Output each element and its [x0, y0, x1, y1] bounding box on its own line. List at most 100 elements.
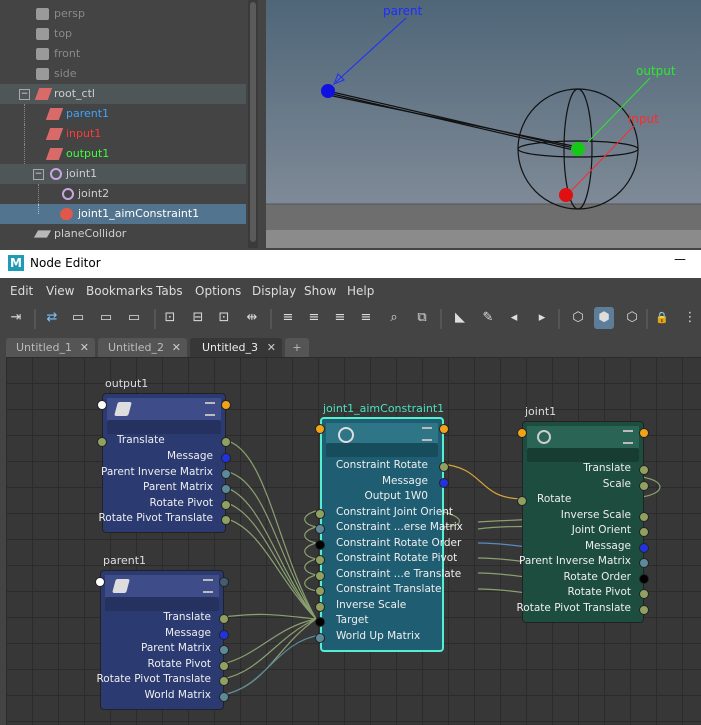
more-icon[interactable]: ⋮ — [680, 307, 700, 329]
minimize-button[interactable]: — — [674, 252, 686, 266]
menu-help[interactable]: Help — [347, 284, 374, 298]
plug-output-port[interactable] — [439, 478, 449, 488]
outliner-item-side[interactable]: side — [0, 64, 246, 84]
outliner-item-top[interactable]: top — [0, 24, 246, 44]
outliner-item-planecollidor[interactable]: planeCollidor — [0, 224, 246, 244]
input-locator[interactable] — [559, 188, 573, 202]
plug-output-port[interactable] — [221, 500, 231, 510]
plug-parent-inverse-matrix[interactable]: Parent Inverse Matrix — [519, 554, 631, 569]
plug-output-port[interactable] — [439, 462, 449, 472]
plug-constraint-rotate-order[interactable]: Constraint Rotate Order — [336, 536, 461, 551]
plug-output-port[interactable] — [221, 515, 231, 525]
plug-input-port[interactable] — [315, 617, 325, 627]
grid-icon[interactable]: ⧉ — [412, 307, 432, 329]
node-input-port[interactable] — [315, 424, 325, 434]
menu-options[interactable]: Options — [195, 284, 241, 298]
close-tab-icon[interactable]: ✕ — [172, 338, 181, 357]
collapse-toggle[interactable]: − — [19, 89, 30, 100]
node-name-field[interactable] — [105, 597, 219, 611]
plug-inverse-scale[interactable]: Inverse Scale — [561, 508, 631, 523]
previous-bookmark-icon[interactable]: ◂ — [504, 307, 524, 329]
node-output-port[interactable] — [219, 577, 229, 587]
node-output-port[interactable] — [639, 428, 649, 438]
plug-constraint-rotate-translate[interactable]: Constraint ...e Translate — [336, 567, 461, 582]
plug-message[interactable]: Message — [585, 539, 631, 554]
plug-translate[interactable]: Translate — [583, 461, 631, 476]
plug-input-port[interactable] — [315, 509, 325, 519]
plug-output-port[interactable] — [221, 469, 231, 479]
plug-output-port[interactable] — [639, 465, 649, 475]
plug-rotate-pivot-translate[interactable]: Rotate Pivot Translate — [98, 511, 213, 526]
shader-icon[interactable]: ⬡ — [568, 307, 588, 329]
outliner-item-front[interactable]: front — [0, 44, 246, 64]
node-input-port[interactable] — [517, 428, 527, 438]
output-connections-icon[interactable]: ▭ — [96, 307, 116, 329]
3d-viewport[interactable]: parent output input — [266, 0, 701, 248]
next-bookmark-icon[interactable]: ▸ — [532, 307, 552, 329]
full-mode-icon[interactable]: ≡ — [330, 307, 350, 329]
node-name-field[interactable] — [527, 448, 639, 462]
plug-output-port[interactable] — [219, 692, 229, 702]
plug-input-port[interactable] — [315, 602, 325, 612]
plug-input-port[interactable] — [315, 571, 325, 581]
bookmark-icon[interactable]: ◣ — [450, 307, 470, 329]
parent-locator[interactable] — [321, 84, 335, 98]
node-input-port[interactable] — [95, 577, 105, 587]
menu-edit[interactable]: Edit — [10, 284, 33, 298]
scrollbar-thumb[interactable] — [250, 2, 256, 242]
plug-output-1w0[interactable]: Output 1W0 — [364, 489, 428, 504]
outliner-item-input1[interactable]: input1 — [0, 124, 246, 144]
tab-untitled-3[interactable]: Untitled_3 ✕ — [190, 338, 282, 357]
node-output-port[interactable] — [439, 424, 449, 434]
plug-target[interactable]: Target — [336, 613, 368, 628]
node-output-port[interactable] — [221, 400, 231, 410]
close-tab-icon[interactable]: ✕ — [267, 338, 276, 357]
output-locator[interactable] — [571, 142, 585, 156]
plug-message[interactable]: Message — [382, 474, 428, 489]
plug-output-port[interactable] — [219, 676, 229, 686]
frame-all-icon[interactable]: ⊡ — [160, 307, 180, 329]
plug-message[interactable]: Message — [167, 449, 213, 464]
plug-constraint-translate[interactable]: Constraint Translate — [336, 582, 441, 597]
simple-mode-icon[interactable]: ≡ — [278, 307, 298, 329]
plug-rotate-pivot[interactable]: Rotate Pivot — [568, 585, 632, 600]
node-joint1[interactable]: Translate Scale Rotate Inverse Scale Joi… — [516, 421, 649, 623]
plug-output-port[interactable] — [639, 605, 649, 615]
outliner-item-root-ctl[interactable]: − root_ctl — [0, 84, 246, 104]
outliner-item-joint2[interactable]: joint2 — [0, 184, 246, 204]
tab-untitled-1[interactable]: Untitled_1 ✕ — [6, 338, 95, 357]
plug-translate[interactable]: Translate — [163, 610, 211, 625]
plug-output-port[interactable] — [221, 453, 231, 463]
node-aim-constraint[interactable]: Constraint Rotate Message Output 1W0 Con… — [315, 417, 463, 652]
plug-world-up-matrix[interactable]: World Up Matrix — [336, 629, 420, 644]
menu-view[interactable]: View — [46, 284, 74, 298]
plug-output-port[interactable] — [639, 558, 649, 568]
connected-mode-icon[interactable]: ≡ — [304, 307, 324, 329]
graph-input-connections-icon[interactable]: ⇥ — [6, 307, 26, 329]
plug-rotate-pivot-translate[interactable]: Rotate Pivot Translate — [516, 601, 631, 616]
align-icon[interactable]: ⇹ — [242, 307, 262, 329]
plug-input-port[interactable] — [517, 496, 527, 506]
plug-constraint-rotate[interactable]: Constraint Rotate — [336, 458, 428, 473]
plug-translate[interactable]: Translate — [117, 433, 165, 448]
plug-constraint-joint-orient[interactable]: Constraint Joint Orient — [336, 505, 453, 520]
menu-show[interactable]: Show — [304, 284, 336, 298]
plug-output-port[interactable] — [219, 645, 229, 655]
outliner-scrollbar[interactable] — [248, 0, 258, 248]
lock-icon[interactable]: 🔒 — [652, 307, 672, 329]
plug-input-port[interactable] — [97, 437, 107, 447]
plug-inverse-scale[interactable]: Inverse Scale — [336, 598, 406, 613]
plug-message[interactable]: Message — [165, 626, 211, 641]
node-menu-icon[interactable] — [203, 579, 213, 593]
plug-output-port[interactable] — [219, 630, 229, 640]
node-menu-icon[interactable] — [422, 427, 432, 441]
outliner-item-parent1[interactable]: parent1 — [0, 104, 246, 124]
frame-selected-icon[interactable]: ⊟ — [188, 307, 208, 329]
collapse-toggle[interactable]: − — [33, 169, 44, 180]
plug-rotate-order[interactable]: Rotate Order — [563, 570, 631, 585]
swap-icon[interactable]: ⇄ — [42, 307, 62, 329]
plug-output-port[interactable] — [639, 527, 649, 537]
plug-parent-matrix[interactable]: Parent Matrix — [141, 641, 211, 656]
menu-display[interactable]: Display — [252, 284, 296, 298]
plug-constraint-inverse-matrix[interactable]: Constraint ...erse Matrix — [336, 520, 463, 535]
